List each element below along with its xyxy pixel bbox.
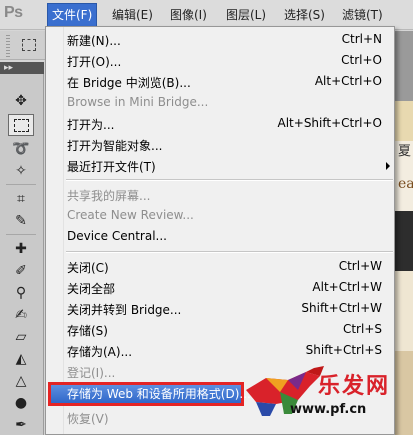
crop-tool-icon[interactable]: ⌗ (8, 188, 34, 210)
lasso-tool-icon[interactable]: ➰ (8, 138, 34, 160)
watermark-url: www.pf.cn (290, 402, 367, 417)
canvas-text-fragment: ea (398, 176, 413, 192)
move-tool-icon[interactable]: ✥ (8, 90, 34, 112)
menu-item-device-central[interactable]: Device Central... (46, 226, 396, 247)
menu-item-create-new-review: Create New Review... (67, 208, 194, 222)
options-bar (0, 31, 50, 60)
paint-bucket-tool-icon[interactable]: ◭ (8, 348, 34, 370)
clone-stamp-tool-icon[interactable]: ⚲ (8, 282, 34, 304)
brush-tool-icon[interactable]: ✐ (8, 260, 34, 282)
history-brush-tool-icon[interactable]: ✍ (8, 304, 34, 326)
menu-item-save-as[interactable]: 存储为(A)... Shift+Ctrl+S (46, 340, 396, 361)
tools-panel: ▸▸ ✥ ➰ ✧ ⌗ ✎ ✚ ✐ ⚲ ✍ ▱ ◭ △ ● ✒ (0, 62, 44, 435)
document-canvas (395, 31, 413, 435)
menu-item-recent-files[interactable]: 最近打开文件(T) (46, 155, 396, 176)
menu-filter[interactable]: 滤镜(T) (338, 4, 387, 26)
rectangular-marquee-tool-icon[interactable] (8, 114, 34, 136)
healing-brush-tool-icon[interactable]: ✚ (8, 238, 34, 260)
tools-panel-header[interactable]: ▸▸ (0, 62, 44, 74)
pen-tool-icon[interactable]: ✒ (8, 414, 34, 435)
menu-item-new[interactable]: 新建(N)... Ctrl+N (46, 29, 396, 50)
menu-edit[interactable]: 编辑(E) (108, 4, 157, 26)
submenu-arrow-icon (386, 162, 390, 170)
menu-separator (66, 179, 393, 181)
menu-image[interactable]: 图像(I) (166, 4, 211, 26)
menu-layer[interactable]: 图层(L) (222, 4, 270, 26)
dodge-tool-icon[interactable]: ● (8, 392, 34, 414)
menu-item-open[interactable]: 打开(O)... Ctrl+O (46, 50, 396, 71)
quick-selection-tool-icon[interactable]: ✧ (8, 160, 34, 182)
menu-item-browse-in-bridge[interactable]: 在 Bridge 中浏览(B)... Alt+Ctrl+O (46, 71, 396, 92)
canvas-text-fragment: 夏 (398, 144, 412, 159)
menu-item-close-and-go-to-bridge[interactable]: 关闭并转到 Bridge... Shift+Ctrl+W (46, 298, 396, 319)
menu-item-browse-mini-bridge: Browse in Mini Bridge... (67, 95, 209, 109)
menu-separator (66, 251, 393, 253)
menu-file[interactable]: 文件(F) (46, 3, 98, 27)
options-grip[interactable] (6, 35, 10, 57)
menu-select[interactable]: 选择(S) (280, 4, 329, 26)
menu-item-save[interactable]: 存储(S) Ctrl+S (46, 319, 396, 340)
menu-item-open-as[interactable]: 打开为... Alt+Shift+Ctrl+O (46, 113, 396, 134)
menu-item-open-as-smart-object[interactable]: 打开为智能对象... (46, 134, 396, 155)
marquee-option-icon[interactable] (22, 39, 36, 51)
eraser-tool-icon[interactable]: ▱ (8, 326, 34, 348)
blur-tool-icon[interactable]: △ (8, 370, 34, 392)
photoshop-logo: Ps (4, 4, 23, 21)
menu-item-close[interactable]: 关闭(C) Ctrl+W (46, 256, 396, 277)
menu-item-share-my-screen: 共享我的屏幕... (67, 189, 151, 203)
watermark-text: 乐发网 (318, 373, 391, 399)
menu-item-save-for-web[interactable]: 存储为 Web 和设备所用格式(D)... (48, 382, 251, 406)
menu-item-close-all[interactable]: 关闭全部 Alt+Ctrl+W (46, 277, 396, 298)
eyedropper-tool-icon[interactable]: ✎ (8, 210, 34, 232)
